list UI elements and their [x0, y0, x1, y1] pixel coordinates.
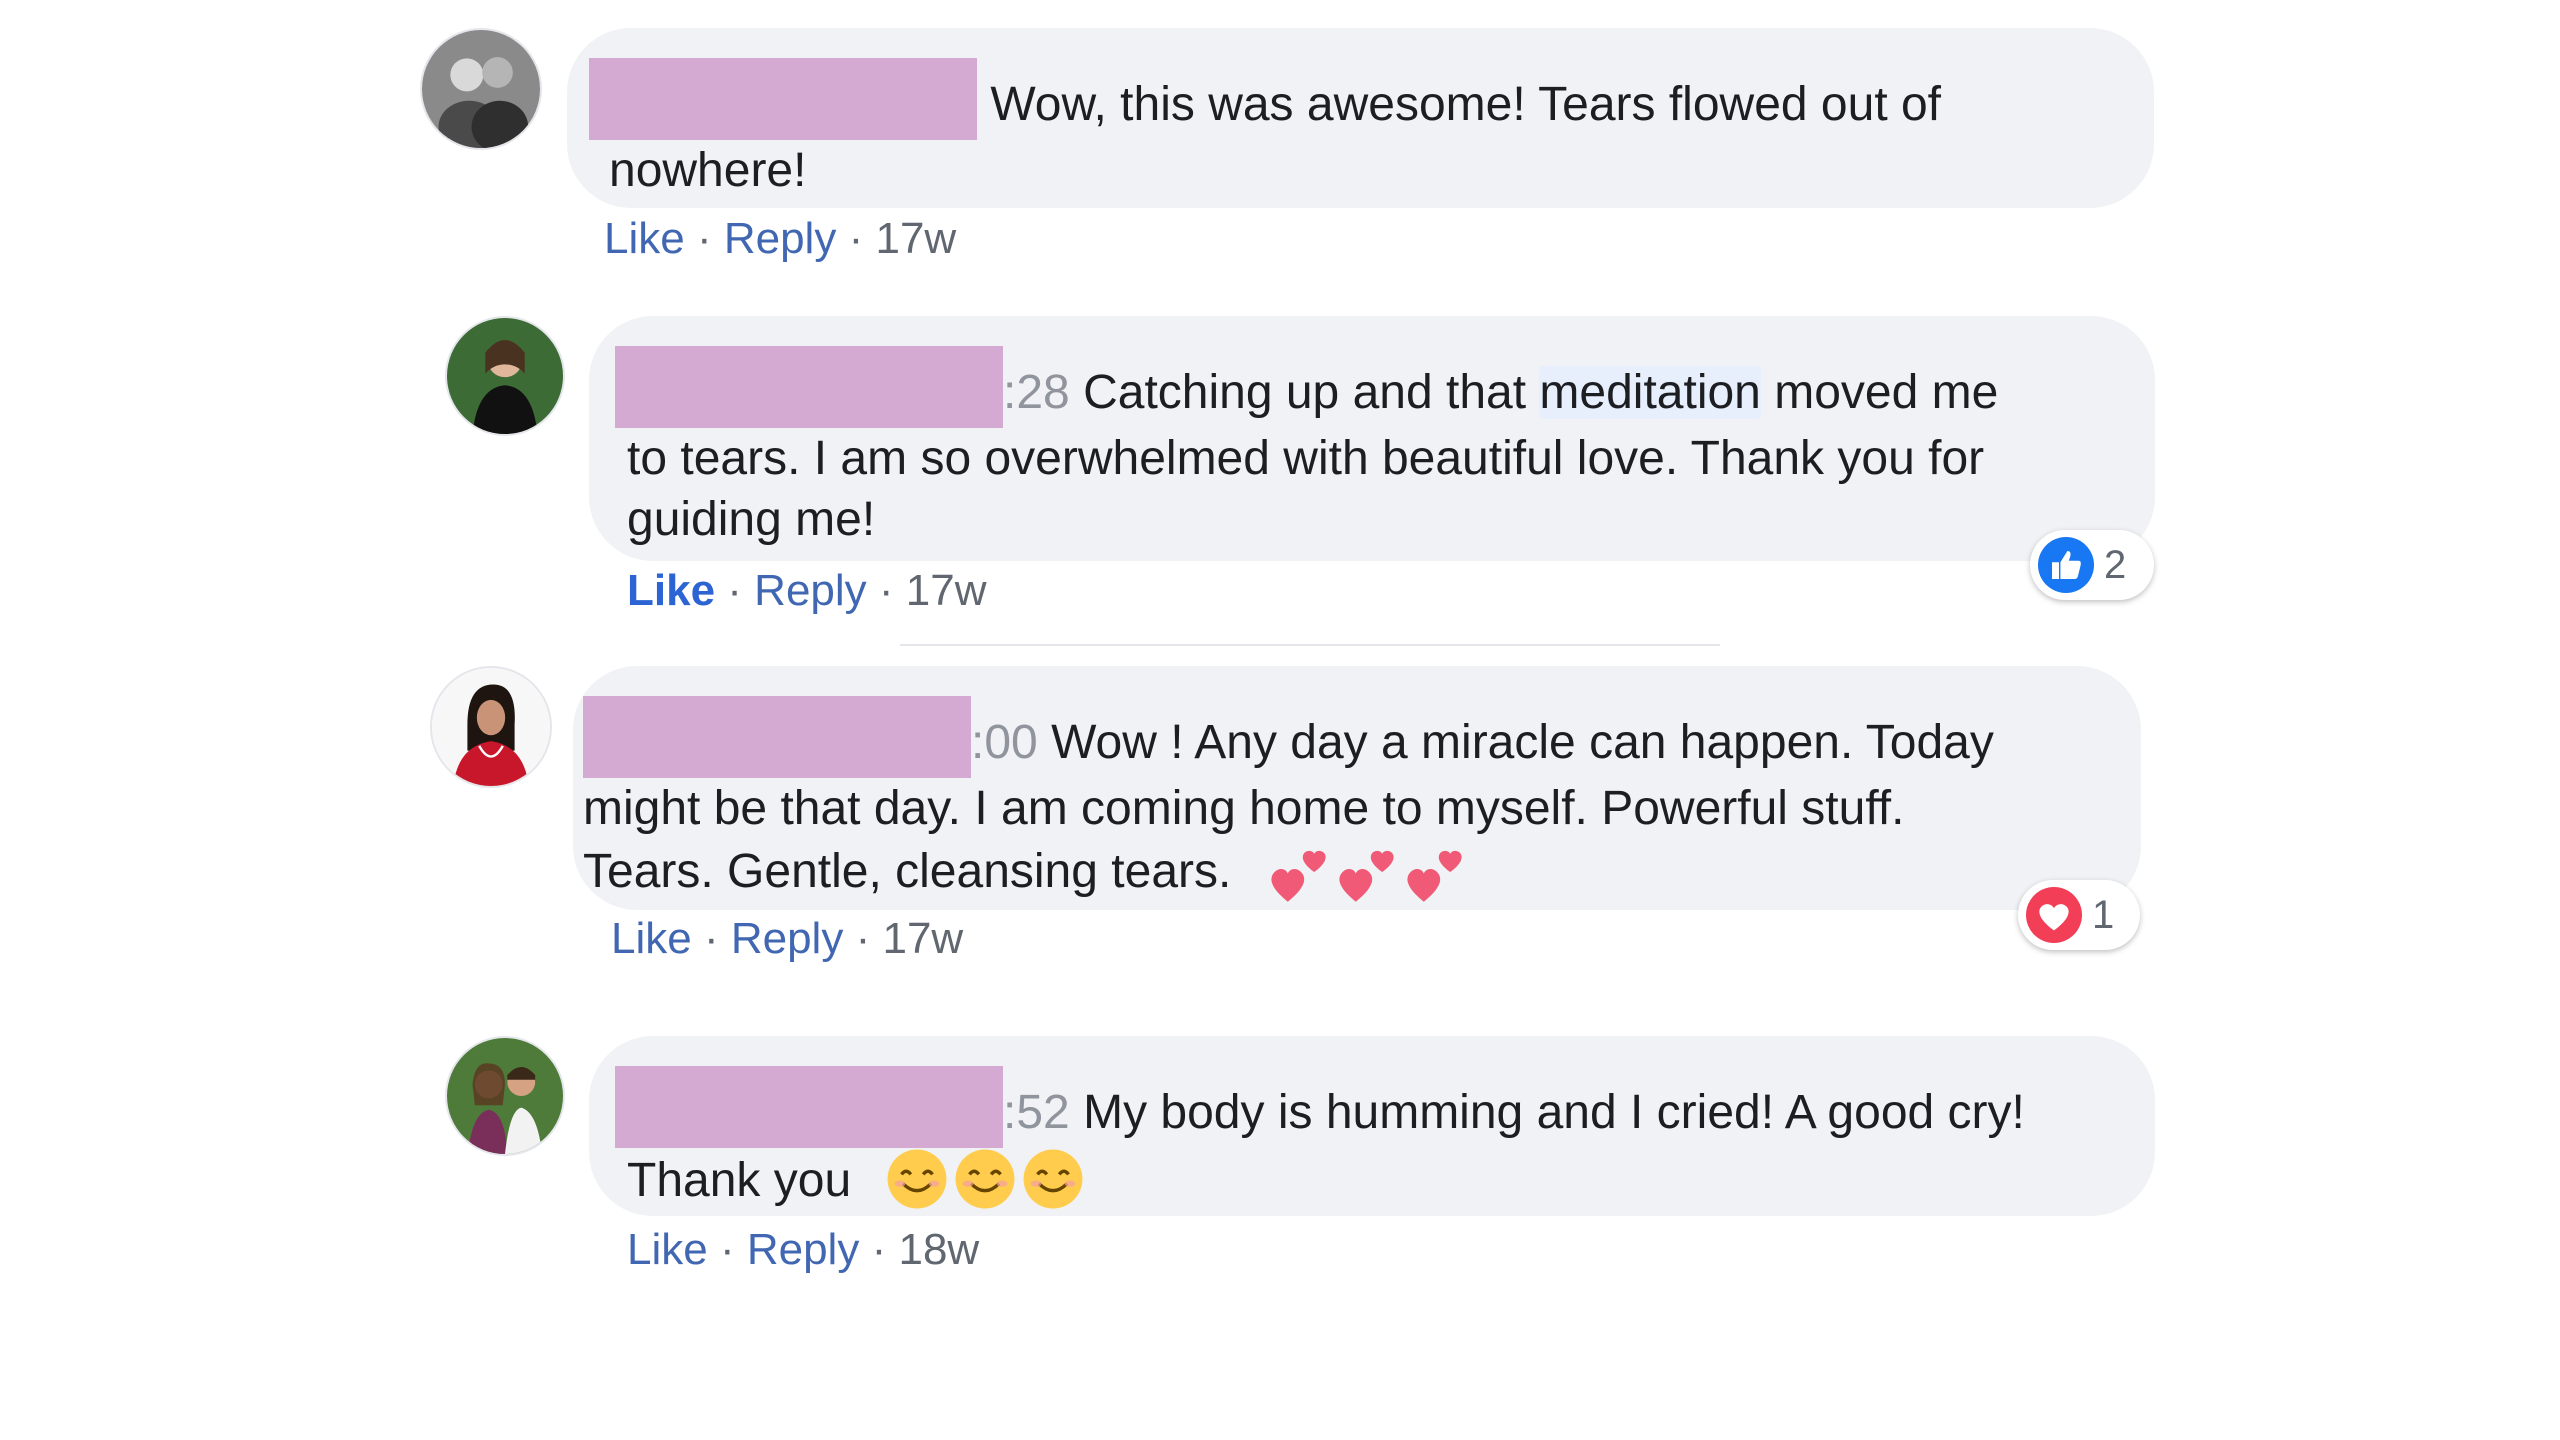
avatar[interactable]	[430, 666, 552, 788]
reply-button[interactable]: Reply	[731, 914, 844, 963]
comment-age[interactable]: 18w	[898, 1225, 979, 1274]
separator-dot: ·	[871, 1225, 887, 1274]
comment-actions: Like · Reply · 17w	[604, 214, 956, 264]
comment-text-line3: Tears. Gentle, cleansing tears.	[583, 845, 1232, 898]
avatar[interactable]	[445, 1036, 565, 1156]
comment-bubble: Wow, this was awesome! Tears flowed out …	[567, 28, 2154, 208]
avatar[interactable]	[445, 316, 565, 436]
reply-button[interactable]: Reply	[724, 214, 837, 263]
reaction-count-badge[interactable]: 2	[2030, 530, 2154, 600]
reaction-count: 2	[2104, 542, 2127, 587]
comment-text: Wow, this was awesome! Tears flowed out …	[990, 78, 1942, 131]
reply-button[interactable]: Reply	[754, 566, 867, 615]
comment-text-line2: to tears. I am so overwhelmed with beaut…	[627, 432, 1985, 485]
comment-bubble: :28 Catching up and that meditation move…	[589, 316, 2155, 561]
comment-age[interactable]: 17w	[906, 566, 987, 615]
smiling-face-icon	[955, 1149, 1015, 1209]
hashtag-link-meditation[interactable]: meditation	[1539, 366, 1761, 419]
divider	[900, 644, 1720, 646]
redacted-author-name	[615, 1066, 1003, 1148]
smiling-face-icon	[1023, 1149, 1083, 1209]
separator-dot: ·	[855, 914, 871, 963]
separator-dot: ·	[848, 214, 864, 263]
avatar[interactable]	[420, 28, 542, 150]
like-reaction-icon	[2038, 537, 2094, 593]
comment-bubble: :52 My body is humming and I cried! A go…	[589, 1036, 2155, 1216]
two-hearts-icon	[1407, 850, 1462, 902]
like-button[interactable]: Like	[611, 914, 692, 963]
comment-text: My body is humming and I cried! A good c…	[1083, 1086, 2025, 1139]
comment-text-line2: nowhere!	[609, 144, 807, 197]
reaction-count: 1	[2092, 892, 2115, 937]
separator-dot: ·	[878, 566, 894, 615]
comment-actions: Like · Reply · 17w	[611, 914, 963, 964]
comment-age[interactable]: 17w	[875, 214, 956, 263]
comment-text-line3: guiding me!	[627, 493, 876, 546]
redacted-author-name	[589, 58, 977, 140]
comment-bubble: :00 Wow ! Any day a miracle can happen. …	[573, 666, 2141, 910]
redacted-author-name	[583, 696, 971, 778]
separator-dot: ·	[719, 1225, 735, 1274]
separator-dot: ·	[696, 214, 712, 263]
comment-age[interactable]: 17w	[882, 914, 963, 963]
separator-dot: ·	[703, 914, 719, 963]
comment-actions: Like · Reply · 17w	[627, 566, 987, 616]
separator-dot: ·	[727, 566, 742, 615]
two-hearts-icon	[1271, 850, 1326, 902]
redacted-author-name	[615, 346, 1003, 428]
two-hearts-icon	[1339, 850, 1394, 902]
reaction-count-badge[interactable]: 1	[2018, 880, 2140, 950]
reply-button[interactable]: Reply	[747, 1225, 860, 1274]
comment-text: Wow ! Any day a miracle can happen. Toda…	[1051, 716, 1994, 769]
comment-text-cont: moved me	[1760, 366, 1999, 419]
love-reaction-icon	[2026, 887, 2082, 943]
comment-text-line2: might be that day. I am coming home to m…	[583, 782, 1905, 835]
smiling-face-icon	[887, 1149, 947, 1209]
timestamp-fragment[interactable]: :52	[1003, 1086, 1070, 1139]
like-button[interactable]: Like	[627, 1225, 708, 1274]
comment-text: Catching up and that	[1083, 366, 1540, 419]
timestamp-fragment[interactable]: :00	[971, 716, 1038, 769]
timestamp-fragment[interactable]: :28	[1003, 366, 1070, 419]
comment-text-line2: Thank you	[627, 1154, 852, 1207]
like-button[interactable]: Like	[627, 566, 715, 615]
like-button[interactable]: Like	[604, 214, 685, 263]
comment-actions: Like · Reply · 18w	[627, 1225, 979, 1275]
